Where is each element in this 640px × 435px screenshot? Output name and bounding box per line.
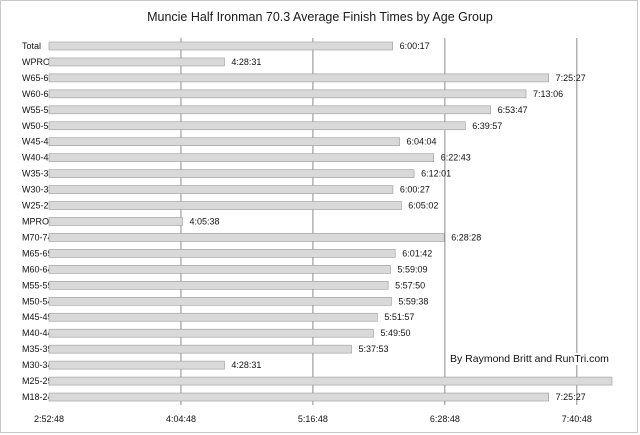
bar — [48, 217, 183, 226]
data-label: 6:53:47 — [498, 105, 528, 115]
category-label: M70-74 — [22, 232, 53, 242]
bar — [48, 296, 392, 306]
category-label: M50-54 — [22, 296, 53, 306]
bar — [48, 249, 396, 258]
data-label: 5:59:38 — [398, 296, 428, 306]
x-tick-label: 5:16:48 — [298, 414, 328, 424]
bar — [48, 392, 549, 402]
data-label: 6:01:42 — [402, 248, 432, 258]
data-label: 5:49:50 — [380, 328, 410, 338]
data-label: 6:04:04 — [407, 137, 437, 147]
bar — [48, 137, 400, 147]
data-label: 5:57:50 — [395, 280, 425, 290]
x-tick-label: 4:04:48 — [166, 414, 196, 424]
bar — [48, 312, 378, 322]
credit-annotation: By Raymond Britt and RunTri.com — [448, 353, 611, 365]
category-label: M60-64 — [22, 264, 53, 274]
data-label: 6:00:17 — [400, 41, 430, 51]
data-label: 7:13:06 — [533, 89, 563, 99]
bar — [48, 185, 394, 194]
bar — [48, 376, 613, 386]
x-tick-label: 2:52:48 — [34, 414, 64, 424]
bar — [48, 281, 389, 290]
bar — [48, 169, 415, 178]
data-label: 5:37:53 — [359, 344, 389, 354]
bar — [48, 344, 352, 354]
category-label: M18-24 — [22, 392, 53, 402]
category-label: M40-44 — [22, 328, 53, 338]
category-label: M55-59 — [22, 280, 53, 290]
data-label: 4:28:31 — [231, 57, 261, 67]
category-label: M35-39 — [22, 344, 53, 354]
data-label: 6:39:57 — [472, 121, 502, 131]
bar — [48, 265, 391, 274]
category-label: M25-29 — [22, 376, 53, 386]
data-label: 4:05:38 — [189, 217, 219, 227]
bar-chart-plot: 2:52:48 4:04:48 5:16:48 6:28:48 7:40:48 Total… — [22, 38, 613, 424]
data-label: 6:05:02 — [408, 201, 438, 211]
bar — [48, 89, 527, 99]
bar — [48, 41, 393, 51]
data-label: 6:22:43 — [441, 153, 471, 163]
data-label: 6:28:28 — [451, 232, 481, 242]
bar — [48, 328, 374, 338]
category-label: M30-34 — [22, 360, 53, 370]
bar — [48, 201, 402, 210]
category-label: MPRO — [22, 217, 49, 227]
x-tick-label: 6:28:48 — [430, 414, 460, 424]
x-tick-label: 7:40:48 — [562, 414, 592, 424]
data-label: 6:12:01 — [421, 169, 451, 179]
data-label: 7:25:27 — [556, 392, 586, 402]
bar — [48, 105, 491, 115]
data-label: 6:00:27 — [400, 185, 430, 195]
category-label: M45-49 — [22, 312, 53, 322]
bar — [48, 121, 466, 131]
category-label: Total — [22, 41, 41, 51]
category-label: WPRO — [22, 57, 50, 67]
bar — [48, 153, 435, 162]
data-label: 4:28:31 — [231, 360, 261, 370]
bar — [48, 360, 225, 370]
data-label: 7:25:27 — [556, 73, 586, 83]
bar — [48, 57, 225, 67]
bar — [48, 233, 445, 242]
data-label: 5:51:57 — [384, 312, 414, 322]
category-label: M65-69 — [22, 248, 53, 258]
data-label: 5:59:09 — [398, 264, 428, 274]
bar — [48, 73, 549, 83]
